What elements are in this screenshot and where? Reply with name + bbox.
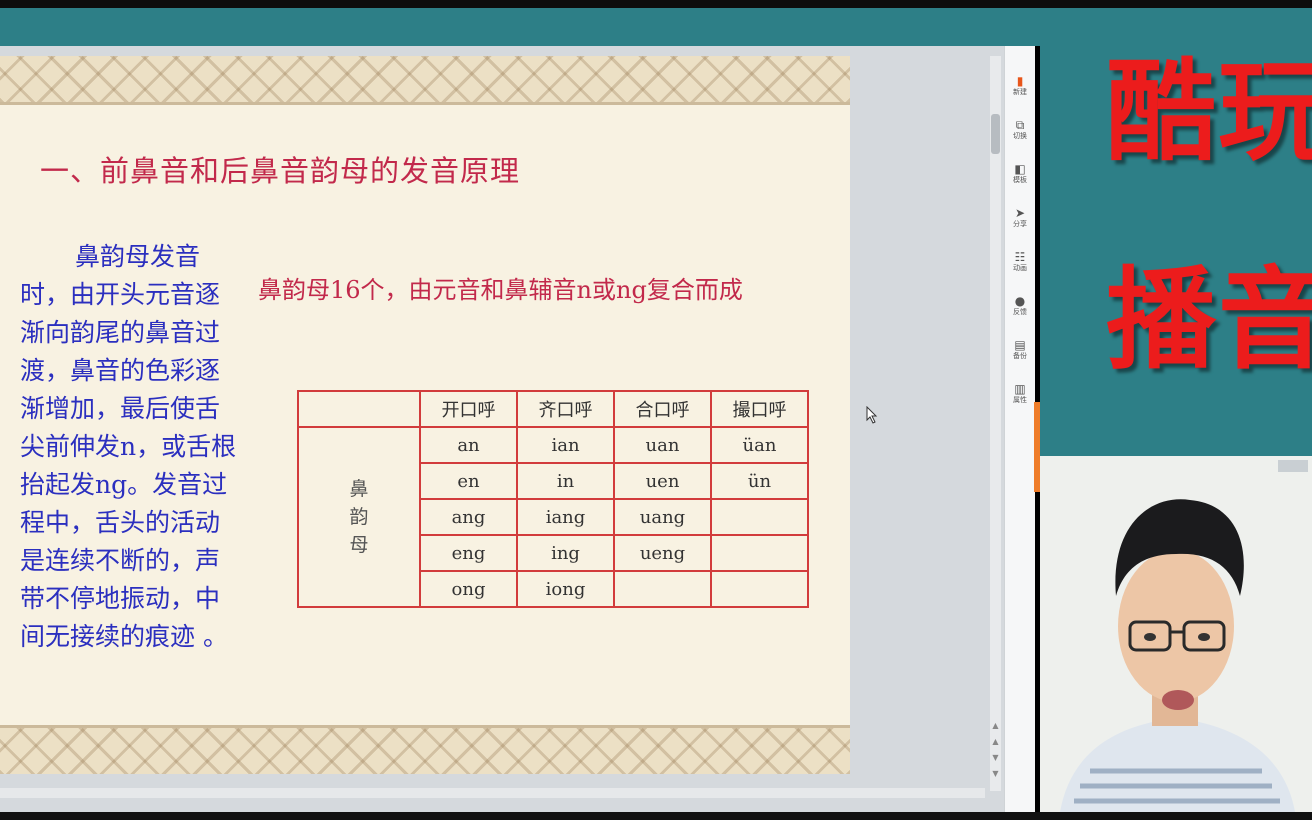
promo-banner: 酷玩 播音: [1040, 8, 1312, 456]
table-cell: [613, 570, 712, 608]
tool-switch[interactable]: ⧉ 切换: [1008, 118, 1032, 141]
tool-properties[interactable]: ▥ 属性: [1008, 382, 1032, 405]
slide-bottom-border-line: [0, 725, 850, 728]
share-icon: ➤: [1014, 206, 1026, 220]
tool-label: 切换: [1013, 132, 1027, 140]
slide-title: 一、前鼻音和后鼻音韵母的发音原理: [40, 154, 521, 188]
scroll-down-icon[interactable]: ▼: [990, 752, 1001, 764]
tool-label: 分享: [1013, 220, 1027, 228]
tool-label: 新建: [1013, 88, 1027, 96]
table-corner-cell: [297, 390, 421, 428]
backup-icon: ▤: [1014, 338, 1026, 352]
nasal-finals-table: 开口呼 齐口呼 合口呼 撮口呼 鼻韵母 an ian uan üan en in…: [297, 390, 809, 608]
feedback-icon: ●: [1014, 294, 1026, 308]
table-header-cell: 开口呼: [419, 390, 518, 428]
right-tool-panel: ▮ 新建 ⧉ 切换 ◧ 模板 ➤ 分享 ☷ 动画 ● 反馈 ▤ 备份 ▥ 属性: [1004, 46, 1035, 812]
top-letterbox: [0, 0, 1312, 8]
video-badge: [1278, 460, 1308, 472]
template-icon: ◧: [1014, 162, 1026, 176]
table-cell: [710, 534, 809, 572]
webcam-video: [1040, 456, 1312, 812]
tool-label: 属性: [1013, 396, 1027, 404]
table-cell: ang: [419, 498, 518, 536]
presenter-video-frame: [1040, 456, 1312, 812]
horizontal-scrollbar[interactable]: [0, 788, 985, 798]
slide-canvas[interactable]: 一、前鼻音和后鼻音韵母的发音原理 鼻韵母发音时，由开头元音逐渐向韵尾的鼻音过渡，…: [0, 56, 850, 774]
scroll-next-page-icon[interactable]: ▼: [990, 768, 1001, 780]
table-cell: in: [516, 462, 615, 500]
tool-share[interactable]: ➤ 分享: [1008, 206, 1032, 229]
table-header-cell: 齐口呼: [516, 390, 615, 428]
new-file-icon: ▮: [1016, 74, 1024, 88]
table-cell: an: [419, 426, 518, 464]
row-label-text: 鼻韵母: [349, 478, 369, 556]
table-cell: uan: [613, 426, 712, 464]
animation-icon: ☷: [1014, 250, 1026, 264]
promo-line-2: 播音: [1106, 256, 1312, 384]
scroll-prev-page-icon[interactable]: ▲: [990, 720, 1001, 732]
slide-bottom-border: [0, 728, 850, 774]
table-row-label: 鼻韵母: [297, 426, 421, 608]
table-row: 鼻韵母 an ian uan üan: [297, 426, 809, 608]
table-cell: iang: [516, 498, 615, 536]
table-header-cell: 撮口呼: [710, 390, 809, 428]
table-cell: ueng: [613, 534, 712, 572]
table-cell: ün: [710, 462, 809, 500]
bottom-letterbox: [0, 812, 1312, 820]
table-cell: eng: [419, 534, 518, 572]
window-header-strip: [0, 8, 1040, 46]
tool-label: 动画: [1013, 264, 1027, 272]
tool-animation[interactable]: ☷ 动画: [1008, 250, 1032, 273]
tool-feedback[interactable]: ● 反馈: [1008, 294, 1032, 317]
slide-body-text: 鼻韵母发音时，由开头元音逐渐向韵尾的鼻音过渡，鼻音的色彩逐渐增加，最后使舌尖前伸…: [20, 242, 237, 651]
vertical-scrollbar[interactable]: ▲ ▲ ▼ ▼: [990, 56, 1001, 791]
promo-line-1: 酷玩: [1106, 48, 1312, 176]
table-cell: ong: [419, 570, 518, 608]
table-cell: uen: [613, 462, 712, 500]
table-cell: ing: [516, 534, 615, 572]
table-header-row: 开口呼 齐口呼 合口呼 撮口呼: [297, 390, 809, 428]
slide-top-border-line: [0, 102, 850, 105]
table-header-cell: 合口呼: [613, 390, 712, 428]
presenter-face: [1118, 550, 1234, 702]
tool-label: 备份: [1013, 352, 1027, 360]
tool-backup[interactable]: ▤ 备份: [1008, 338, 1032, 361]
tool-template[interactable]: ◧ 模板: [1008, 162, 1032, 185]
slide-subtitle: 鼻韵母16个，由元音和鼻辅音n或ng复合而成: [258, 276, 743, 304]
table-cell: en: [419, 462, 518, 500]
table-cell: iong: [516, 570, 615, 608]
table-cell: [710, 498, 809, 536]
switch-icon: ⧉: [1015, 118, 1025, 132]
table-cell: üan: [710, 426, 809, 464]
tool-new[interactable]: ▮ 新建: [1008, 74, 1032, 97]
presenter-mouth: [1162, 690, 1194, 710]
properties-icon: ▥: [1014, 382, 1026, 396]
table-cell: [710, 570, 809, 608]
mouse-cursor-icon: [866, 406, 878, 424]
table-cell: ian: [516, 426, 615, 464]
scrollbar-thumb[interactable]: [991, 114, 1000, 154]
slide-top-border: [0, 56, 850, 102]
tool-label: 反馈: [1013, 308, 1027, 316]
tool-label: 模板: [1013, 176, 1027, 184]
table-cell: uang: [613, 498, 712, 536]
scroll-up-icon[interactable]: ▲: [990, 736, 1001, 748]
